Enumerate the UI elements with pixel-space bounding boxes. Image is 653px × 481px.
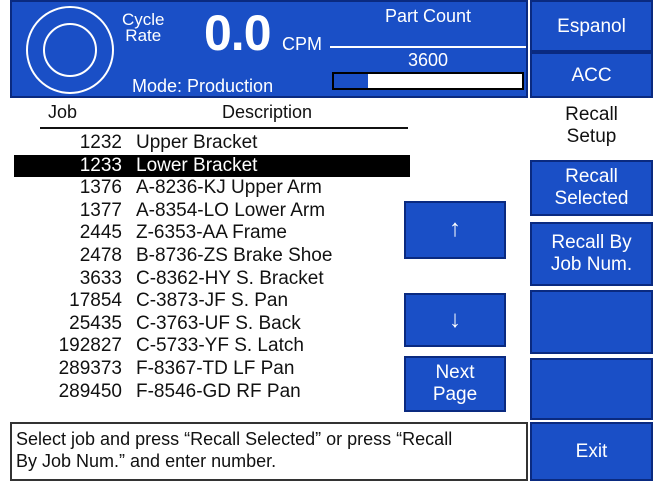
next-page-label-line2: Page	[432, 384, 478, 405]
job-number: 2445	[79, 222, 122, 244]
part-count-progress-fill	[334, 74, 368, 88]
job-description: C-5733-YF S. Latch	[136, 335, 304, 357]
table-row[interactable]: 192827 C-5733-YF S. Latch	[14, 335, 410, 358]
column-header-description: Description	[222, 102, 313, 122]
part-count-title: Part Count	[384, 6, 472, 26]
screen-title-line1: Recall	[565, 104, 618, 125]
next-page-label-line1: Next	[435, 362, 475, 383]
recall-by-job-line1: Recall By	[551, 232, 632, 253]
cycle-rate-label: Cycle Rate	[122, 11, 165, 45]
acc-button[interactable]: ACC	[530, 52, 653, 98]
job-number: 1376	[79, 177, 122, 199]
recall-selected-line2: Selected	[554, 188, 629, 209]
scroll-down-button[interactable]: ↓	[404, 293, 506, 347]
job-number: 1232	[79, 132, 122, 153]
part-count-value: 3600	[407, 50, 449, 70]
job-description: Upper Bracket	[136, 132, 258, 153]
recall-by-job-num-button[interactable]: Recall By Job Num.	[530, 222, 653, 286]
cycle-rate-value: 0.0	[204, 5, 272, 61]
instruction-line1: Select job and press “Recall Selected” o…	[16, 429, 453, 449]
exit-button[interactable]: Exit	[530, 422, 653, 481]
job-description: C-3873-JF S. Pan	[136, 290, 289, 312]
job-number: 2478	[79, 244, 122, 266]
job-number: 25435	[69, 312, 122, 334]
job-list: 1232 Upper Bracket 1233 Lower Bracket 1376 A-…	[14, 132, 410, 403]
recall-selected-line1: Recall	[565, 166, 618, 187]
job-description: F-8367-TD LF Pan	[136, 357, 295, 379]
instruction-line2: By Job Num.” and enter number.	[16, 451, 277, 471]
job-number: 289450	[58, 380, 122, 402]
scroll-up-button[interactable]: ↑	[404, 201, 506, 259]
table-row[interactable]: 1232 Upper Bracket	[14, 132, 410, 155]
part-count-divider	[330, 46, 526, 48]
job-description: B-8736-ZS Brake Shoe	[136, 244, 333, 266]
instruction-message: Select job and press “Recall Selected” o…	[16, 428, 524, 472]
job-description: A-8354-LO Lower Arm	[136, 199, 326, 221]
job-description: A-8236-KJ Upper Arm	[136, 177, 322, 199]
recall-setup-screen: Cycle Rate 0.0 CPM Mode: Production Part…	[0, 0, 653, 481]
job-description: C-8362-HY S. Bracket	[136, 267, 324, 289]
status-header: Cycle Rate 0.0 CPM Mode: Production Part…	[10, 0, 528, 98]
gauge-inner-ring	[43, 23, 97, 77]
table-row[interactable]: 1376 A-8236-KJ Upper Arm	[14, 177, 410, 200]
screen-title-line2: Setup	[566, 126, 617, 147]
job-number: 192827	[58, 335, 122, 357]
table-row[interactable]: 3633 C-8362-HY S. Bracket	[14, 268, 410, 291]
job-description: C-3763-UF S. Back	[136, 312, 301, 334]
arrow-up-icon: ↑	[449, 215, 461, 242]
job-number: 289373	[58, 357, 122, 379]
header-divider	[40, 127, 408, 129]
job-description: Lower Bracket	[136, 154, 258, 176]
next-page-button[interactable]: Next Page	[404, 356, 506, 412]
cycle-rate-unit: CPM	[282, 34, 322, 54]
table-row[interactable]: 25435 C-3763-UF S. Back	[14, 313, 410, 336]
cycle-label-line2: Rate	[125, 26, 162, 45]
job-number: 3633	[79, 267, 122, 289]
job-number: 1233	[79, 154, 122, 176]
table-row[interactable]: 289450 F-8546-GD RF Pan	[14, 381, 410, 404]
blank-softkey-1[interactable]	[530, 290, 653, 354]
screen-title: Recall Setup	[530, 104, 653, 148]
column-header-job: Job	[48, 102, 78, 122]
table-row[interactable]: 17854 C-3873-JF S. Pan	[14, 290, 410, 313]
recall-selected-button[interactable]: Recall Selected	[530, 160, 653, 216]
table-row-selected[interactable]: 1233 Lower Bracket	[14, 154, 410, 178]
recall-by-job-line2: Job Num.	[550, 254, 633, 275]
job-description: Z-6353-AA Frame	[136, 222, 287, 244]
table-row[interactable]: 1377 A-8354-LO Lower Arm	[14, 200, 410, 223]
mode-status: Mode: Production	[132, 76, 274, 96]
table-row[interactable]: 2445 Z-6353-AA Frame	[14, 222, 410, 245]
job-number: 1377	[79, 199, 122, 221]
cycle-rate-gauge-icon	[26, 6, 114, 94]
blank-softkey-2[interactable]	[530, 358, 653, 420]
table-row[interactable]: 2478 B-8736-ZS Brake Shoe	[14, 245, 410, 268]
espanol-button[interactable]: Espanol	[530, 0, 653, 52]
job-description: F-8546-GD RF Pan	[136, 380, 301, 402]
part-count-progress-bar	[332, 72, 524, 90]
arrow-down-icon: ↓	[449, 306, 461, 333]
job-number: 17854	[69, 290, 122, 312]
table-row[interactable]: 289373 F-8367-TD LF Pan	[14, 358, 410, 381]
